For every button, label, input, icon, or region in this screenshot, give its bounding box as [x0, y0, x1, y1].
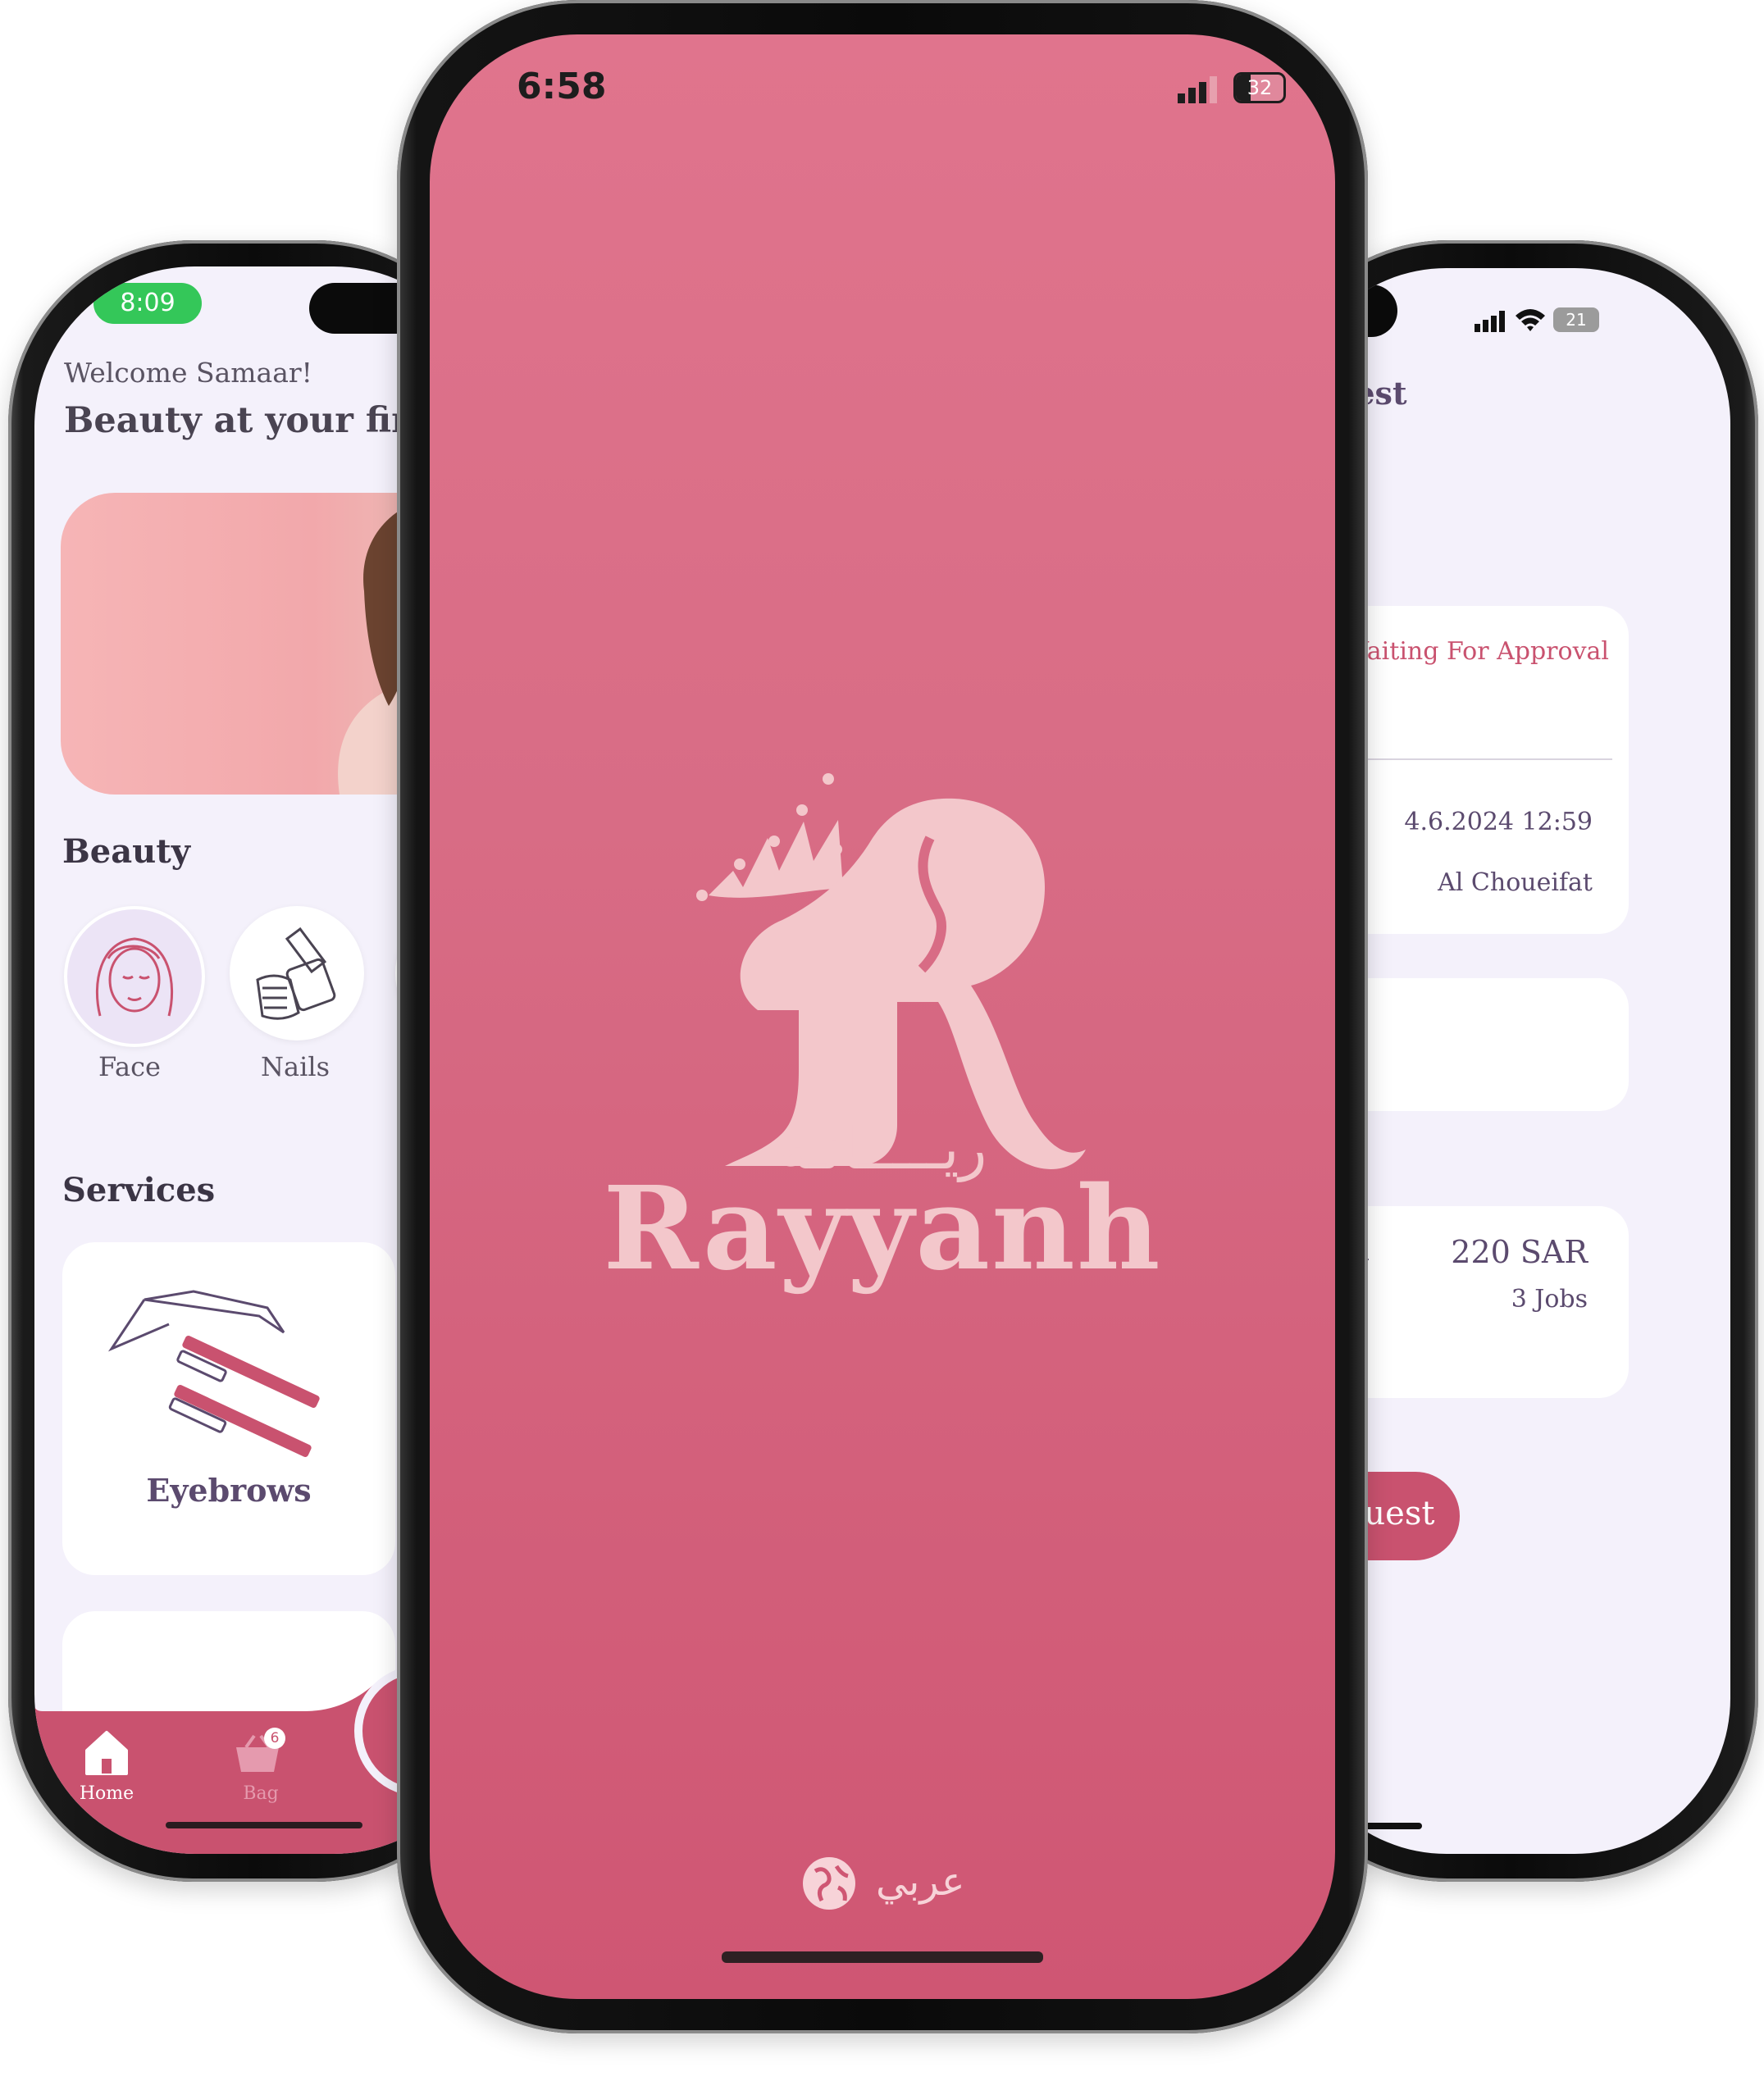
- request-location: Al Choueifat: [1438, 868, 1593, 897]
- service-card-eyebrows[interactable]: Eyebrows: [62, 1242, 395, 1575]
- tab-bag-label: Bag: [243, 1783, 279, 1804]
- provider-jobs: 3 Jobs: [1511, 1285, 1588, 1314]
- category-face-label: Face: [98, 1051, 161, 1082]
- wifi-icon: [1514, 306, 1547, 334]
- category-face[interactable]: [64, 906, 205, 1047]
- language-switch[interactable]: [800, 1855, 858, 1912]
- category-nails-label: Nails: [261, 1051, 330, 1082]
- service-eyebrows-label: Eyebrows: [146, 1472, 312, 1509]
- nail-polish-icon: [256, 927, 336, 1020]
- battery-indicator: 32: [1233, 72, 1286, 103]
- splash-screen: 6:58 32 ريـــــانـه Rayyanh عربي: [430, 34, 1335, 1999]
- eyebrow-tools-icon: [107, 1290, 320, 1457]
- provider-price: 220 SAR: [1451, 1234, 1588, 1270]
- category-nails[interactable]: [230, 906, 364, 1040]
- tab-home[interactable]: [82, 1728, 131, 1777]
- bag-count-badge: 6: [264, 1728, 285, 1749]
- brand-name: Rayyanh: [603, 1162, 1162, 1296]
- face-icon: [95, 937, 174, 1017]
- status-time: 8:09: [93, 283, 202, 324]
- signal-icon: [1178, 74, 1220, 103]
- status-time: 6:58: [517, 66, 607, 107]
- tab-home-label: Home: [79, 1783, 134, 1804]
- welcome-text: Welcome Samaar!: [64, 357, 312, 389]
- language-label[interactable]: عربي: [876, 1859, 965, 1905]
- request-datetime: 4.6.2024 12:59: [1404, 808, 1593, 836]
- battery-indicator: 21: [1553, 307, 1599, 332]
- home-indicator: [166, 1822, 362, 1828]
- home-indicator: [722, 1951, 1043, 1963]
- battery-level: 32: [1247, 76, 1273, 99]
- home-icon: [85, 1731, 128, 1775]
- center-phone-frame: 6:58 32 ريـــــانـه Rayyanh عربي: [397, 0, 1368, 2033]
- services-section-title: Services: [62, 1171, 216, 1209]
- tab-bag[interactable]: 6: [231, 1728, 289, 1777]
- status-badge: Waiting For Approval: [1343, 637, 1609, 666]
- beauty-section-title: Beauty: [62, 832, 190, 871]
- globe-icon: [803, 1857, 855, 1910]
- signal-icon: [1475, 309, 1511, 334]
